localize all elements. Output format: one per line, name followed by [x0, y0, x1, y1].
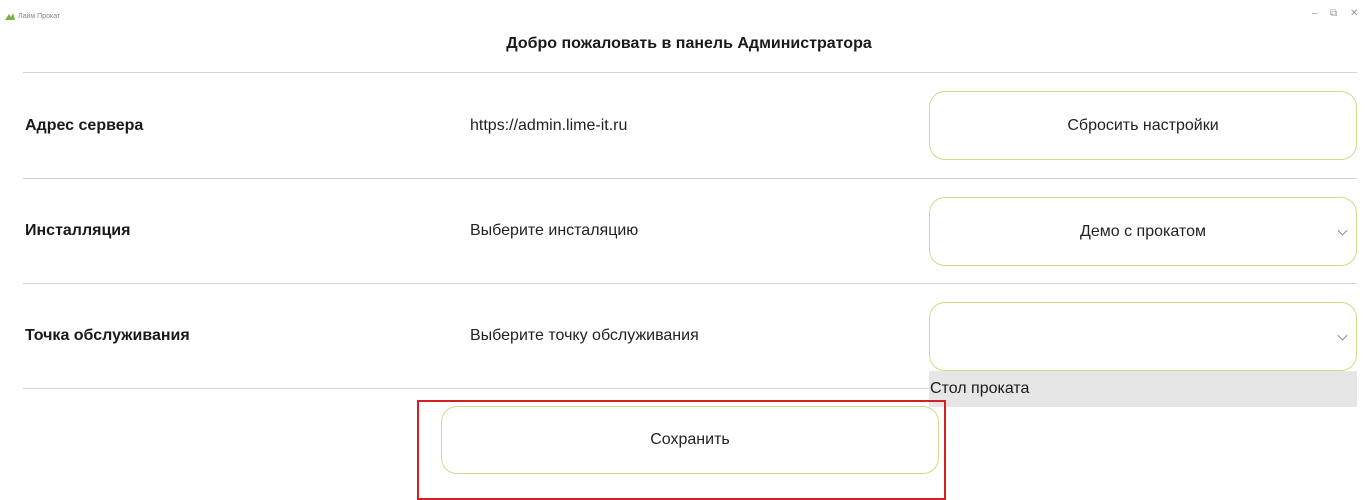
chevron-down-icon	[1337, 330, 1348, 341]
reset-settings-label: Сбросить настройки	[1067, 116, 1219, 134]
title-bar: Лайм Прокат – ⧉ ✕	[0, 0, 1367, 30]
divider	[23, 178, 1357, 179]
lime-logo-icon	[5, 13, 15, 20]
page-title: Добро пожаловать в панель Администратора	[506, 35, 872, 52]
close-button[interactable]: ✕	[1350, 8, 1358, 20]
server-address-value: https://admin.lime-it.ru	[470, 117, 628, 134]
service-point-hint: Выберите точку обслуживания	[470, 327, 699, 344]
service-point-label: Точка обслуживания	[25, 327, 190, 344]
dropdown-option-rental-desk[interactable]: Стол проката	[929, 371, 1357, 407]
installation-select[interactable]: Демо с прокатом	[929, 197, 1357, 266]
chevron-down-icon	[1337, 225, 1348, 236]
app-title: Лайм Прокат	[18, 13, 61, 20]
divider	[23, 283, 1357, 284]
server-address-label: Адрес сервера	[25, 117, 144, 134]
minimize-button[interactable]: –	[1312, 8, 1318, 20]
reset-settings-button[interactable]: Сбросить настройки	[929, 91, 1357, 160]
installation-hint: Выберите инсталяцию	[470, 222, 639, 239]
save-button-label: Сохранить	[650, 431, 730, 448]
installation-selected-value: Демо с прокатом	[1080, 222, 1206, 240]
installation-label: Инсталляция	[25, 222, 131, 239]
restore-button[interactable]: ⧉	[1330, 8, 1337, 20]
divider	[23, 72, 1357, 73]
divider	[23, 388, 929, 389]
save-button[interactable]: Сохранить	[441, 406, 939, 474]
service-point-select[interactable]	[929, 302, 1357, 371]
